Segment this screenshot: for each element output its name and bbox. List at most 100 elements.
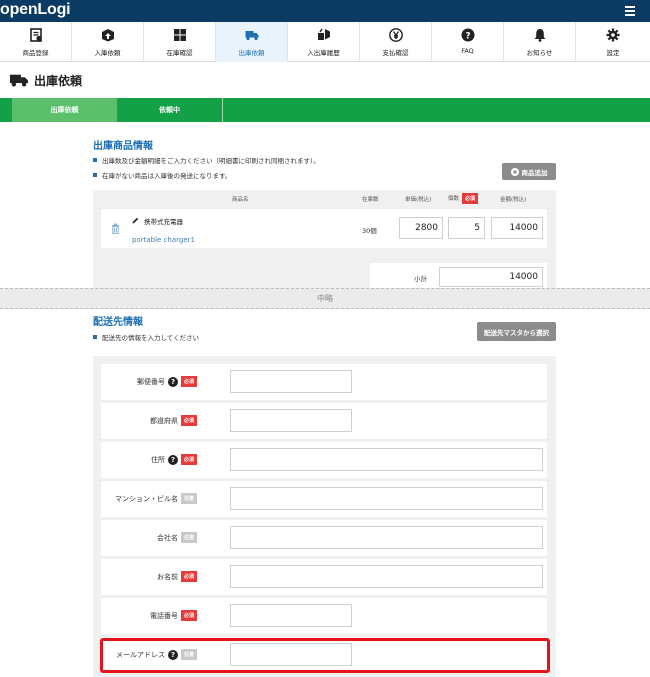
subtotal-label: 小計 — [414, 275, 427, 283]
field-label: 郵便番号? 必須 — [137, 376, 197, 387]
nav-item-news[interactable]: お知らせ — [504, 22, 576, 62]
nav-label: 設定 — [606, 49, 620, 57]
note-text: 配送先の情報を入力してください — [102, 334, 200, 342]
form-row-phone: 電話番号 必須 — [101, 598, 547, 634]
address-input[interactable] — [230, 448, 543, 471]
field-label: お名前 必須 — [157, 571, 197, 582]
nav-label: 入庫依頼 — [94, 49, 121, 57]
required-badge: 必須 — [180, 376, 197, 387]
required-badge: 必須 — [180, 415, 197, 426]
plus-circle-icon — [510, 167, 519, 176]
form-row-prefecture: 都道府県 必須 — [101, 403, 547, 439]
required-badge: 必須 — [180, 571, 197, 582]
progress-steps: 出庫依頼 依頼中 — [0, 98, 650, 122]
phone-input[interactable] — [230, 604, 352, 627]
openlogi-logo[interactable]: openLogi — [0, 1, 71, 19]
page-title-text: 出庫依頼 — [34, 73, 83, 88]
history-icon — [317, 28, 330, 40]
nav-label: FAQ — [461, 47, 474, 55]
main-nav: 商品登録 入庫依頼 在庫確認 出庫依頼 入出庫履歴 支払確認 ? FAQ お知ら… — [0, 22, 650, 62]
name-input[interactable] — [230, 565, 543, 588]
prefecture-input[interactable] — [230, 409, 352, 432]
qty-header-text: 個数 — [448, 196, 460, 202]
nav-label: 入出庫履歴 — [307, 49, 340, 57]
label-text: 会社名 — [156, 533, 178, 542]
add-product-label: 商品追加 — [521, 169, 548, 177]
nav-item-inbound-request[interactable]: 入庫依頼 — [72, 22, 144, 62]
email-highlight-box — [100, 638, 550, 673]
product-register-icon — [29, 28, 42, 42]
truck-icon — [10, 74, 28, 87]
label-text: マンション・ビル名 — [114, 494, 178, 503]
label-text: 住所 — [150, 455, 165, 464]
nav-item-stock-check[interactable]: 在庫確認 — [144, 22, 216, 62]
add-product-button[interactable]: 商品追加 — [502, 163, 556, 180]
nav-item-faq[interactable]: ? FAQ — [432, 22, 504, 62]
pencil-icon[interactable] — [132, 217, 139, 224]
col-header-name: 商品名 — [232, 197, 249, 203]
required-badge: 必須 — [180, 610, 197, 621]
building-input[interactable] — [230, 487, 543, 510]
nav-item-payment[interactable]: 支払確認 — [360, 22, 432, 62]
page-title: 出庫依頼 — [10, 72, 82, 88]
col-header-amount: 金額(税込) — [500, 197, 527, 203]
nav-label: 商品登録 — [22, 49, 49, 57]
bullet-square — [93, 173, 97, 177]
omitted-divider: 中略 — [0, 288, 650, 309]
subtotal-value: 14000 — [439, 267, 543, 287]
nav-label: 在庫確認 — [166, 49, 193, 57]
products-note-2: 在庫がない商品は入庫後の発送になります。 — [93, 170, 231, 180]
subtotal-box: 小計 14000 — [370, 263, 547, 290]
bullet-square — [93, 158, 97, 162]
unit-price-input[interactable]: 2800 — [399, 217, 443, 239]
gear-icon — [606, 28, 620, 42]
nav-label: 支払確認 — [382, 49, 409, 57]
company-input[interactable] — [230, 526, 543, 549]
logo-text: openLogi — [0, 1, 71, 18]
list-icon[interactable] — [625, 6, 635, 16]
nav-label: お知らせ — [526, 49, 553, 57]
product-name: 携帯式充電器 — [144, 218, 183, 226]
nav-item-settings[interactable]: 設定 — [576, 22, 650, 62]
field-label: 会社名 任意 — [157, 532, 197, 543]
trash-icon[interactable] — [111, 223, 120, 234]
field-label: 住所? 必須 — [151, 454, 197, 465]
note-text: 出庫数及び金額明細をご入力ください（明細書に印刷され同梱されます）。 — [102, 157, 320, 165]
form-row-postal-code: 郵便番号? 必須 — [101, 364, 547, 400]
step-requesting: 依頼中 — [117, 98, 223, 122]
svg-text:?: ? — [465, 32, 470, 42]
note-text: 在庫がない商品は入庫後の発送になります。 — [102, 172, 232, 180]
box-arrow-icon — [101, 29, 114, 42]
bell-icon — [534, 29, 545, 42]
delivery-note: 配送先の情報を入力してください — [93, 332, 199, 342]
delivery-form: 郵便番号? 必須 都道府県 必須 住所? 必須 マンション・ビル名 任意 会社名 任意 お… — [93, 356, 556, 677]
select-from-master-button[interactable]: 配送先マスタから選択 — [477, 322, 556, 341]
delivery-section-title: 配送先情報 — [93, 317, 143, 328]
col-header-unit-price: 単価(税込) — [405, 197, 432, 203]
nav-item-product-register[interactable]: 商品登録 — [0, 22, 72, 62]
nav-item-outbound-request[interactable]: 出庫依頼 — [216, 22, 288, 62]
yen-icon — [388, 28, 403, 42]
nav-label: 出庫依頼 — [238, 49, 265, 57]
table-row: 携帯式充電器 portable charger1 30個 2800 5 1400… — [101, 209, 547, 248]
nav-item-history[interactable]: 入出庫履歴 — [288, 22, 360, 62]
top-bar: openLogi — [0, 0, 650, 22]
stock-value: 30個 — [362, 227, 377, 235]
qty-input[interactable]: 5 — [448, 217, 485, 239]
field-label: 都道府県 必須 — [150, 415, 197, 426]
field-label: マンション・ビル名 任意 — [115, 493, 197, 504]
amount-input[interactable]: 14000 — [491, 217, 543, 239]
products-note-1: 出庫数及び金額明細をご入力ください（明細書に印刷され同梱されます）。 — [93, 155, 320, 165]
bullet-square — [93, 335, 97, 339]
col-header-qty: 個数 必須 — [448, 193, 479, 204]
label-text: 電話番号 — [149, 611, 178, 620]
help-icon[interactable]: ? — [167, 376, 178, 387]
form-row-company: 会社名 任意 — [101, 520, 547, 556]
question-icon: ? — [461, 28, 474, 42]
field-label: 電話番号 必須 — [150, 610, 197, 621]
step-outbound-request: 出庫依頼 — [12, 98, 117, 122]
postal-code-input[interactable] — [230, 370, 352, 393]
help-icon[interactable]: ? — [167, 454, 178, 465]
label-text: お名前 — [156, 572, 178, 581]
form-row-building: マンション・ビル名 任意 — [101, 481, 547, 517]
